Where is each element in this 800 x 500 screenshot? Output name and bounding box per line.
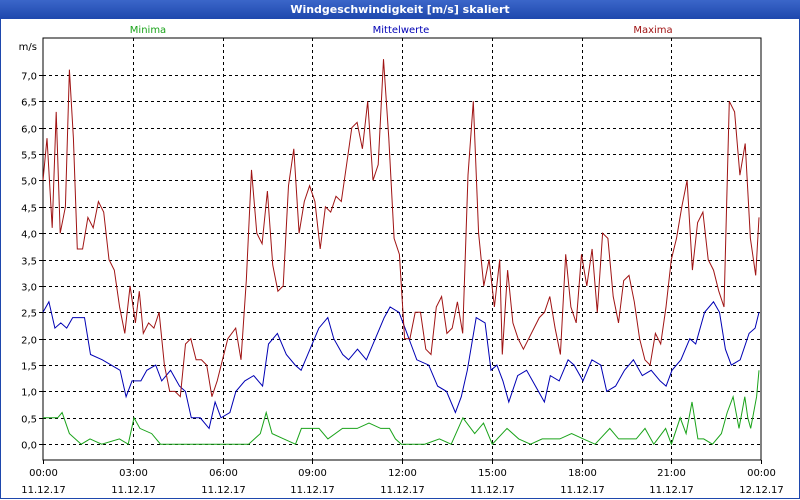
x-tick-date-label: 11.12.17 [380, 485, 425, 496]
series-line-maxima [42, 59, 760, 398]
y-tick-label: 7,0 [21, 72, 37, 83]
x-tick-date-label: 11.12.17 [201, 485, 246, 496]
legend-mittelwerte: Mittelwerte [373, 25, 430, 36]
y-tick-label: 3,5 [21, 257, 37, 268]
x-tick-date-label: 11.12.17 [111, 485, 156, 496]
y-tick-label: 2,0 [21, 336, 37, 347]
y-tick-label: 5,5 [21, 151, 37, 162]
y-tick-label: 3,0 [21, 283, 37, 294]
x-tick-time-label: 12:00 [388, 468, 417, 479]
chart-frame: 0,0 0,5 1,0 1,5 2,0 2,5 3,0 3,5 4,0 4,5 5,0 5,5 6,0 6… [0, 19, 800, 499]
x-tick-time-label: 00:00 [29, 468, 58, 479]
y-tick-label: 1,5 [21, 362, 37, 373]
window-title: Windgeschwindigkeit [m/s] skaliert [290, 3, 510, 16]
window-title-bar: Windgeschwindigkeit [m/s] skaliert [0, 0, 800, 19]
y-tick-label: 6,5 [21, 98, 37, 109]
x-tick-time-label: 06:00 [209, 468, 238, 479]
x-tick-date-label: 11.12.17 [649, 485, 694, 496]
x-tick-time-label: 00:00 [747, 468, 776, 479]
x-tick-date-label: 12.12.17 [739, 485, 784, 496]
wind-speed-chart: 0,0 0,5 1,0 1,5 2,0 2,5 3,0 3,5 4,0 4,5 5,0 5,5 6,0 6… [19, 25, 784, 496]
y-tick-label: 4,5 [21, 204, 37, 215]
x-tick-time-label: 03:00 [119, 468, 148, 479]
y-tick-label: 0,0 [21, 441, 37, 452]
x-tick-time-label: 09:00 [298, 468, 327, 479]
x-tick-date-label: 11.12.17 [470, 485, 515, 496]
x-tick-time-label: 21:00 [657, 468, 686, 479]
series-line-minima [43, 370, 760, 446]
y-tick-label: 2,5 [21, 309, 37, 320]
x-tick-time-label: 15:00 [478, 468, 507, 479]
x-tick-time-label: 18:00 [568, 468, 597, 479]
legend-minima: Minima [130, 25, 166, 36]
x-tick-date-label: 11.12.17 [21, 485, 66, 496]
y-tick-label: 6,0 [21, 125, 37, 136]
y-tick-label: 4,0 [21, 230, 37, 241]
y-axis-label: m/s [19, 42, 37, 53]
legend: Minima Mittelwerte Maxima [130, 25, 673, 36]
x-tick-date-label: 11.12.17 [290, 485, 335, 496]
x-tick-date-label: 11.12.17 [560, 485, 605, 496]
series [42, 59, 760, 446]
y-tick-label: 5,0 [21, 177, 37, 188]
y-tick-label: 0,5 [21, 415, 37, 426]
grid [43, 38, 761, 460]
legend-maxima: Maxima [633, 25, 672, 36]
y-tick-label: 1,0 [21, 388, 37, 399]
